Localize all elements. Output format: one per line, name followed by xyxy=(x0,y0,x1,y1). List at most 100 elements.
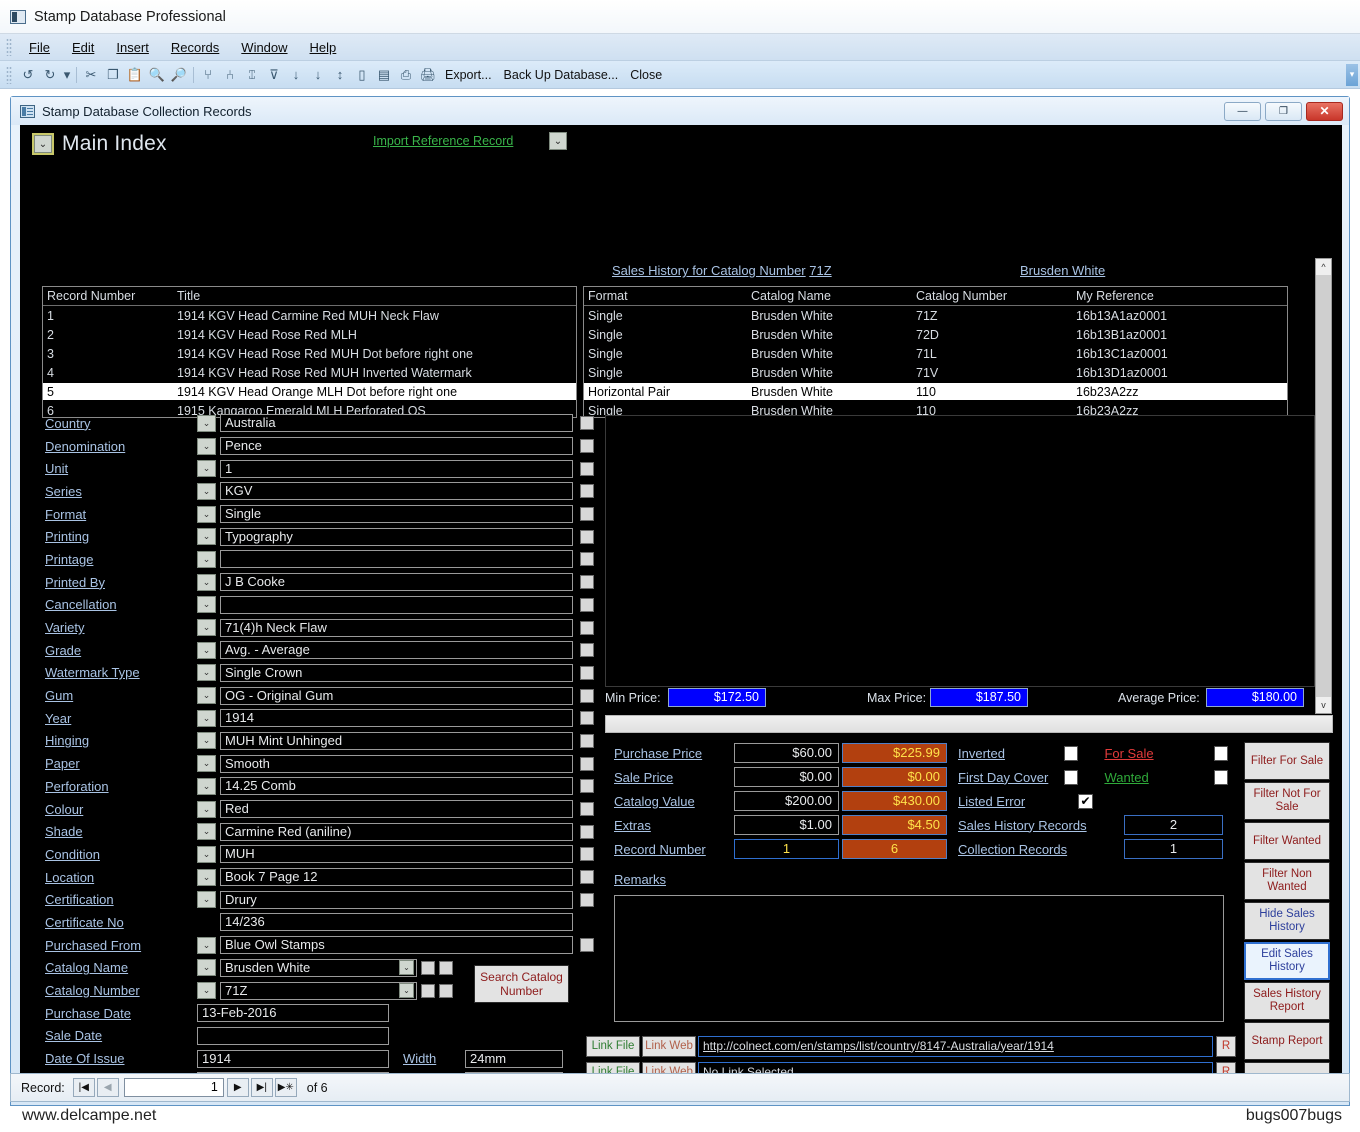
value-own-record-number[interactable]: 1 xyxy=(734,839,839,859)
menu-item-insert[interactable]: Insert xyxy=(105,38,160,57)
chevron-down-icon[interactable]: ⌄ xyxy=(197,891,216,909)
main-index-grid[interactable]: Record Number Title 1 1914 KGV Head Carmi… xyxy=(42,286,577,418)
print-preview-icon[interactable]: ⎙ xyxy=(395,64,417,86)
flag-checkbox-inverted[interactable] xyxy=(1064,745,1078,761)
sort-ascending-icon[interactable]: ↓ xyxy=(285,64,307,86)
value-other-purchase-price[interactable]: $225.99 xyxy=(842,743,947,763)
field-input-printage[interactable] xyxy=(220,550,573,569)
close-button[interactable]: ✕ xyxy=(1306,101,1343,121)
field-input-location[interactable]: Book 7 Page 12 xyxy=(220,868,573,887)
chevron-down-icon[interactable]: ⌄ xyxy=(197,573,216,591)
field-checkbox-watermark-type[interactable] xyxy=(580,665,594,680)
link-web-button-1[interactable]: Link Web xyxy=(642,1035,696,1057)
chevron-down-icon[interactable]: ⌄ xyxy=(197,641,216,659)
chevron-down-icon[interactable]: ⌄ xyxy=(197,823,216,841)
flag-checkbox-listed-error[interactable]: ✔ xyxy=(1078,793,1093,809)
field-checkbox2-catalog-name[interactable] xyxy=(439,960,453,975)
remarks-textarea[interactable] xyxy=(614,895,1224,1022)
copy-icon[interactable]: ❐ xyxy=(102,64,124,86)
field-input-year[interactable]: 1914 xyxy=(220,709,573,728)
value-own-purchase-price[interactable]: $60.00 xyxy=(734,743,839,763)
report-button-edit-sales-history[interactable]: Edit Sales History xyxy=(1244,942,1330,980)
close-toolbar-button[interactable]: Close xyxy=(624,68,668,82)
remove-filter-icon[interactable]: ⊽ xyxy=(263,64,285,86)
sales-history-grid[interactable]: Format Catalog Name Catalog Number My Re… xyxy=(583,286,1288,418)
sort-descending-icon[interactable]: ↓ xyxy=(307,64,329,86)
field-input-catalog-name[interactable]: Brusden White xyxy=(220,958,417,977)
table-row[interactable]: Single Brusden White 72D 16b13B1az0001 xyxy=(584,325,1287,344)
field-checkbox-country[interactable] xyxy=(580,416,594,431)
width-input[interactable]: 24mm xyxy=(465,1049,563,1068)
field-checkbox-denomination[interactable] xyxy=(580,439,594,454)
chevron-down-icon[interactable]: ⌄ xyxy=(197,800,216,818)
value-own-sale-price[interactable]: $0.00 xyxy=(734,767,839,787)
field-input-certificate-no[interactable]: 14/236 xyxy=(220,913,573,932)
scroll-up-icon[interactable]: ^ xyxy=(1316,259,1331,275)
table-row[interactable]: 1 1914 KGV Head Carmine Red MUH Neck Flaw xyxy=(43,306,576,325)
export-button[interactable]: Export... xyxy=(439,68,498,82)
field-checkbox-printed-by[interactable] xyxy=(580,575,594,590)
chevron-down-icon[interactable]: ⌄ xyxy=(197,959,216,977)
menu-item-records[interactable]: Records xyxy=(160,38,230,57)
counter-value-sales-history-records[interactable]: 2 xyxy=(1124,815,1223,835)
row-height-icon[interactable]: ↕ xyxy=(329,64,351,86)
table-row[interactable]: 3 1914 KGV Head Rose Red MUH Dot before r… xyxy=(43,344,576,363)
record-number-input[interactable]: 1 xyxy=(123,1078,224,1097)
field-input-catalog-number[interactable]: 71Z xyxy=(220,981,417,1000)
field-checkbox-printage[interactable] xyxy=(580,552,594,567)
last-record-button[interactable]: ▶| xyxy=(250,1078,273,1097)
field-checkbox-perforation[interactable] xyxy=(580,779,594,794)
field-checkbox-shade[interactable] xyxy=(580,824,594,839)
table-row[interactable]: 4 1914 KGV Head Rose Red MUH Inverted Wat… xyxy=(43,363,576,382)
field-checkbox-hinging[interactable] xyxy=(580,733,594,748)
field-input-format[interactable]: Single xyxy=(220,505,573,524)
sales-history-scrollbar[interactable]: ^ v xyxy=(1315,258,1332,714)
field-checkbox-format[interactable] xyxy=(580,507,594,522)
chevron-down-icon[interactable]: ⌄ xyxy=(197,505,216,523)
redo-icon[interactable]: ↻ xyxy=(39,64,61,86)
report-button-sales-history-report[interactable]: Sales History Report xyxy=(1244,982,1330,1020)
chevron-down-icon[interactable]: ⌄ xyxy=(197,460,216,478)
chevron-down-icon[interactable]: ⌄ xyxy=(197,596,216,614)
field-input-purchased-from[interactable]: Blue Owl Stamps xyxy=(220,936,573,955)
chevron-down-icon[interactable]: ⌄ xyxy=(197,482,216,500)
field-input-variety[interactable]: 71(4)h Neck Flaw xyxy=(220,618,573,637)
field-input-date-of-issue[interactable]: 1914 xyxy=(197,1049,389,1068)
field-input-gum[interactable]: OG - Original Gum xyxy=(220,686,573,705)
filter-apply-icon[interactable]: ⑄ xyxy=(241,64,263,86)
field-input-sale-date[interactable] xyxy=(197,1026,389,1045)
field-input-grade[interactable]: Avg. - Average xyxy=(220,641,573,660)
field-checkbox-cancellation[interactable] xyxy=(580,597,594,612)
report-button-stamp-report[interactable]: Stamp Report xyxy=(1244,1022,1330,1060)
flag-checkbox-for-sale[interactable] xyxy=(1214,745,1228,761)
chevron-down-icon[interactable]: ⌄ xyxy=(197,437,216,455)
field-input-paper[interactable]: Smooth xyxy=(220,754,573,773)
field-input-denomination[interactable]: Pence xyxy=(220,437,573,456)
field-input-colour[interactable]: Red xyxy=(220,800,573,819)
menu-item-window[interactable]: Window xyxy=(230,38,298,57)
value-other-catalog-value[interactable]: $430.00 xyxy=(842,791,947,811)
field-input-unit[interactable]: 1 xyxy=(220,459,573,478)
backup-database-button[interactable]: Back Up Database... xyxy=(498,68,625,82)
field-checkbox2-catalog-number[interactable] xyxy=(439,983,453,998)
field-input-shade[interactable]: Carmine Red (aniline) xyxy=(220,822,573,841)
chevron-down-icon[interactable]: ⌄ xyxy=(197,777,216,795)
field-input-series[interactable]: KGV xyxy=(220,482,573,501)
field-checkbox-variety[interactable] xyxy=(580,620,594,635)
paste-icon[interactable]: 📋 xyxy=(124,64,146,86)
field-checkbox-year[interactable] xyxy=(580,711,594,726)
scroll-down-icon[interactable]: v xyxy=(1316,697,1331,713)
field-checkbox-catalog-name[interactable] xyxy=(421,960,435,975)
toolbar-grip-icon[interactable] xyxy=(6,65,12,84)
chevron-down-icon[interactable]: ⌄ xyxy=(197,982,216,1000)
filter-edit-icon[interactable]: ⑃ xyxy=(219,64,241,86)
field-checkbox-unit[interactable] xyxy=(580,461,594,476)
value-other-record-number[interactable]: 6 xyxy=(842,839,947,859)
chevron-down-icon[interactable]: ⌄ xyxy=(197,755,216,773)
dropdown-arrow-icon[interactable]: ▾ xyxy=(61,64,73,86)
menu-item-file[interactable]: File xyxy=(18,38,61,57)
chevron-down-icon[interactable]: ⌄ xyxy=(197,414,216,432)
chevron-down-icon[interactable]: ⌄ xyxy=(197,619,216,637)
field-checkbox-purchased-from[interactable] xyxy=(580,938,594,953)
chevron-down-icon[interactable]: ⌄ xyxy=(197,845,216,863)
